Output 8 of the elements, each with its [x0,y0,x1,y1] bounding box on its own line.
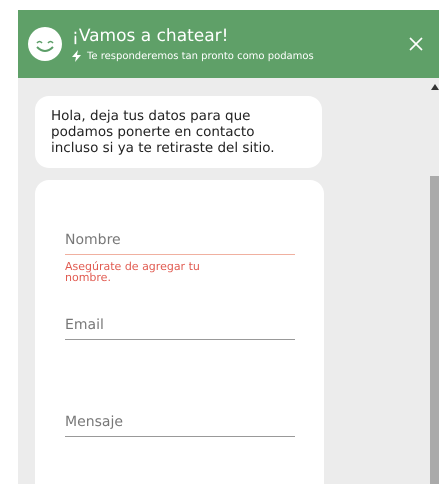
chat-message: Hola, deja tus datos para que podamos ponerte en contacto incluso si ya te retiraste del sitio. [35,96,322,168]
lightning-icon [72,50,81,62]
close-icon [409,37,423,51]
chat-title: ¡Vamos a chatear! [72,26,230,46]
smiley-icon [28,27,62,61]
scroll-up-icon [430,84,438,90]
chat-subtitle: Te responderemos tan pronto como podamos [87,50,314,62]
error-message: Asegúrate de agregar tu nombre. [65,261,201,283]
